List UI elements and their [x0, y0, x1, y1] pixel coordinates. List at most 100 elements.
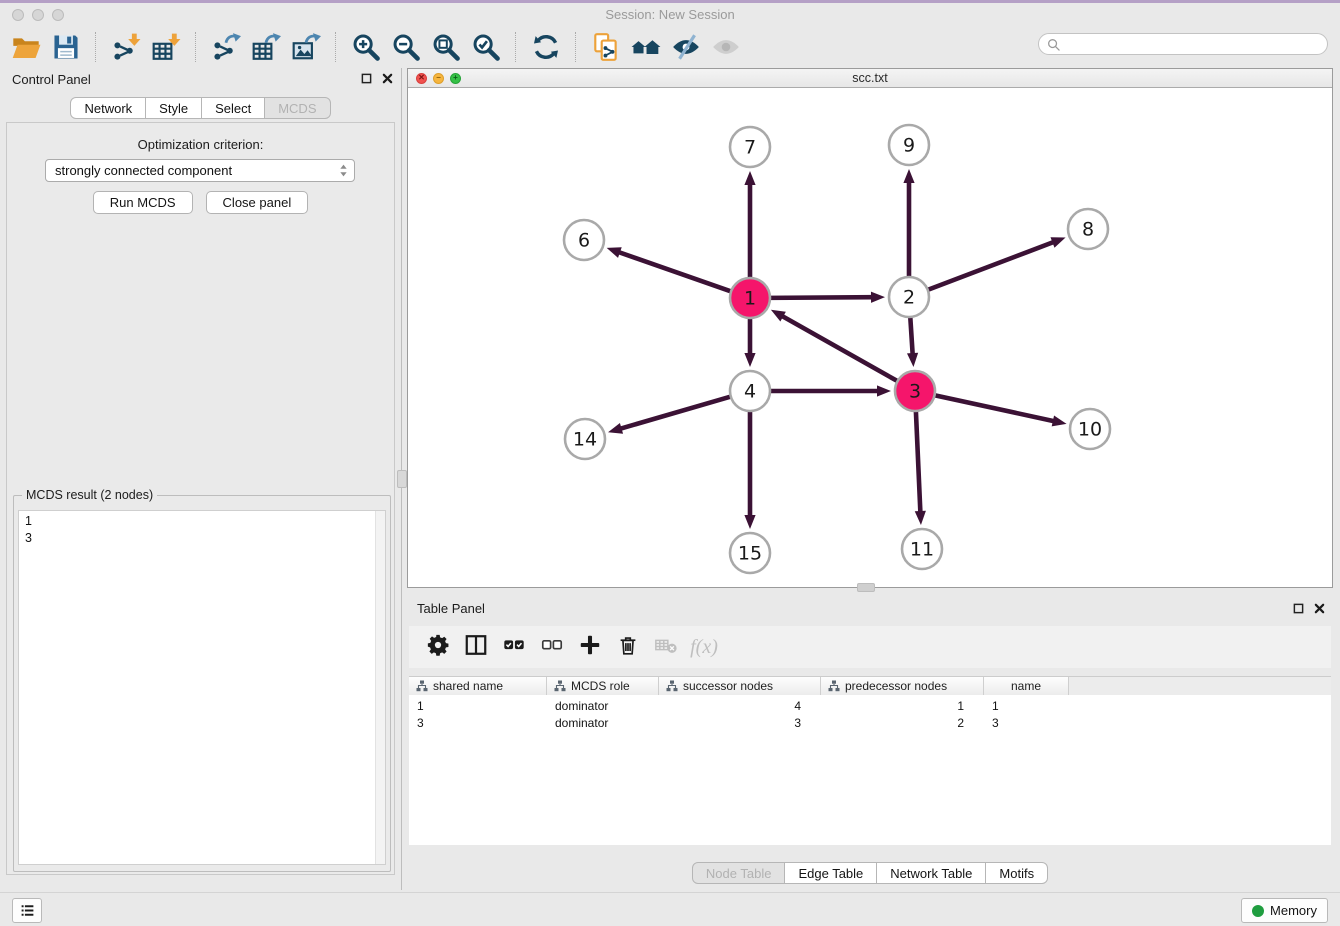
save-session-button[interactable] [46, 30, 86, 64]
column-header-mcds-role[interactable]: MCDS role [547, 677, 659, 695]
network-canvas[interactable]: 7 9 6 8 1 2 4 3 14 10 15 11 [408, 88, 1332, 587]
new-network-from-selection-button[interactable] [586, 30, 626, 64]
create-column-button[interactable] [571, 630, 609, 664]
graph-node-15[interactable]: 15 [730, 533, 770, 573]
select-all-checkbox-icon [502, 633, 526, 662]
tab-style[interactable]: Style [145, 97, 202, 119]
run-mcds-button[interactable]: Run MCDS [93, 191, 193, 214]
column-header-label: successor nodes [683, 679, 773, 693]
split-table-panel-button[interactable] [457, 630, 495, 664]
panel-resize-grip[interactable] [857, 583, 875, 592]
memory-label: Memory [1270, 903, 1317, 918]
tab-edge-table[interactable]: Edge Table [784, 862, 877, 884]
graph-edge-3-11[interactable] [915, 411, 926, 525]
graph-edge-4-3[interactable] [770, 385, 891, 396]
table-cell: 1 [984, 699, 1069, 713]
close-table-panel-icon[interactable] [1314, 603, 1325, 614]
table-toolbar: f(x) [409, 626, 1331, 668]
refresh-view-button[interactable] [526, 30, 566, 64]
graph-edge-4-14[interactable] [608, 397, 731, 434]
delete-columns-button[interactable] [609, 630, 647, 664]
table-body: 1dominator4113dominator323 [409, 695, 1331, 845]
column-header-predecessor-nodes[interactable]: predecessor nodes [821, 677, 984, 695]
column-header-shared-name[interactable]: shared name [409, 677, 547, 695]
graph-node-7[interactable]: 7 [730, 127, 770, 167]
table-row[interactable]: 3dominator323 [409, 715, 1331, 732]
zoom-selected-button[interactable] [466, 30, 506, 64]
open-session-button[interactable] [6, 30, 46, 64]
table-tabs: Node TableEdge TableNetwork TableMotifs [407, 862, 1333, 884]
tab-node-table[interactable]: Node Table [692, 862, 786, 884]
graph-edge-2-9[interactable] [903, 169, 914, 277]
column-header-successor-nodes[interactable]: successor nodes [659, 677, 821, 695]
column-header-label: name [1011, 679, 1041, 693]
graph-node-11[interactable]: 11 [902, 529, 942, 569]
tab-network-table[interactable]: Network Table [876, 862, 986, 884]
toolbar-separator [335, 32, 337, 62]
column-type-icon [828, 680, 840, 692]
graph-node-8[interactable]: 8 [1068, 209, 1108, 249]
close-panel-icon[interactable] [382, 73, 393, 84]
hide-selected-button[interactable] [666, 30, 706, 64]
search-field[interactable] [1038, 33, 1328, 55]
graph-edge-2-3[interactable] [907, 317, 918, 367]
optimization-criterion-select[interactable]: strongly connected component [45, 159, 355, 182]
close-panel-button[interactable]: Close panel [206, 191, 309, 214]
graph-node-1[interactable]: 1 [730, 278, 770, 318]
network-window-title: scc.txt [408, 71, 1332, 85]
zoom-in-button[interactable] [346, 30, 386, 64]
graph-edge-3-1[interactable] [771, 310, 898, 381]
graph-node-2[interactable]: 2 [889, 277, 929, 317]
first-neighbors-button[interactable] [626, 30, 666, 64]
graph-node-label: 7 [744, 137, 756, 159]
table-settings-button[interactable] [419, 630, 457, 664]
task-history-button[interactable] [12, 898, 42, 923]
tab-network[interactable]: Network [70, 97, 146, 119]
tab-motifs[interactable]: Motifs [985, 862, 1048, 884]
export-table-button[interactable] [246, 30, 286, 64]
graph-edge-2-8[interactable] [928, 237, 1066, 290]
graph-edge-1-6[interactable] [607, 247, 731, 291]
main-toolbar [6, 28, 746, 66]
split-columns-icon [464, 633, 488, 662]
mcds-result-text[interactable]: 13 [18, 510, 386, 865]
import-network-button[interactable] [106, 30, 146, 64]
graph-node-6[interactable]: 6 [564, 220, 604, 260]
tab-select[interactable]: Select [201, 97, 265, 119]
window-title: Session: New Session [0, 7, 1340, 22]
import-table-button[interactable] [146, 30, 186, 64]
zoom-out-button[interactable] [386, 30, 426, 64]
result-scrollbar[interactable] [375, 511, 385, 864]
column-header-name[interactable]: name [984, 677, 1069, 695]
graph-node-4[interactable]: 4 [730, 371, 770, 411]
graph-node-10[interactable]: 10 [1070, 409, 1110, 449]
first-neighbors-icon [631, 32, 661, 62]
graph-node-14[interactable]: 14 [565, 419, 605, 459]
graph-edge-1-2[interactable] [770, 292, 885, 303]
graph-edge-3-10[interactable] [935, 395, 1067, 426]
graph-node-9[interactable]: 9 [889, 125, 929, 165]
graph-node-label: 1 [744, 288, 756, 310]
table-cell: 3 [659, 716, 821, 730]
export-network-button[interactable] [206, 30, 246, 64]
graph-node-label: 2 [903, 287, 915, 309]
float-panel-icon[interactable] [361, 73, 372, 84]
float-table-panel-icon[interactable] [1293, 603, 1304, 614]
memory-button[interactable]: Memory [1241, 898, 1328, 923]
zoom-fit-button[interactable] [426, 30, 466, 64]
graph-node-3[interactable]: 3 [895, 371, 935, 411]
tab-mcds[interactable]: MCDS [264, 97, 330, 119]
show-all-columns-button[interactable] [495, 630, 533, 664]
graph-edge-1-4[interactable] [744, 318, 755, 367]
splitter-handle[interactable] [397, 470, 407, 488]
mcds-panel-body: Optimization criterion: strongly connect… [6, 122, 395, 875]
function-builder-button: f(x) [685, 630, 723, 664]
search-input[interactable] [1065, 34, 1319, 54]
graph-edge-4-15[interactable] [744, 411, 755, 529]
graph-edge-1-7[interactable] [744, 171, 755, 278]
table-row[interactable]: 1dominator411 [409, 698, 1331, 715]
hide-all-columns-button[interactable] [533, 630, 571, 664]
graph-node-label: 15 [738, 543, 762, 565]
export-image-button[interactable] [286, 30, 326, 64]
zoom-fit-icon [431, 32, 461, 62]
